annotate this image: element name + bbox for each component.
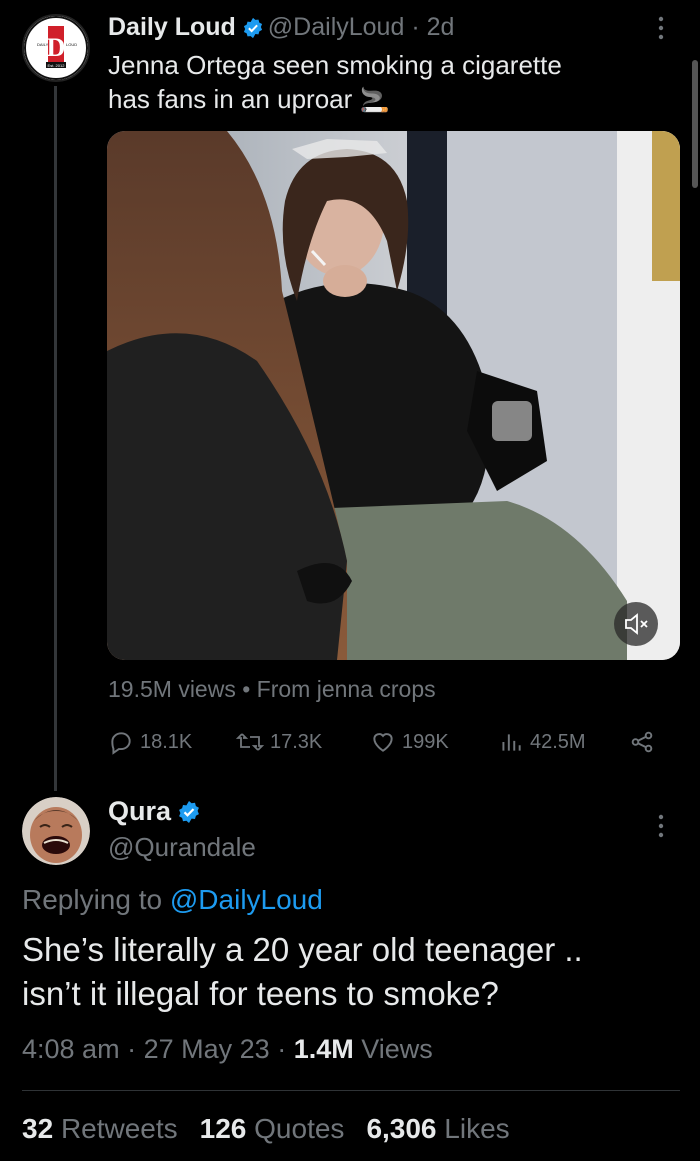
retweets-count: 32 — [22, 1113, 54, 1144]
reply-author-handle[interactable]: @Qurandale — [108, 832, 256, 863]
reply-date[interactable]: 27 May 23 — [144, 1034, 270, 1064]
more-vertical-icon — [658, 814, 664, 838]
reply-views-count: 1.4M — [293, 1034, 354, 1064]
reply-more-options-button[interactable] — [652, 812, 670, 847]
retweet-count: 17.3K — [270, 730, 323, 753]
cigarette-emoji: 🚬 — [359, 87, 390, 114]
replying-prefix: Replying to — [22, 884, 163, 915]
reply-text-line: isn’t it illegal for teens to smoke? — [22, 975, 499, 1012]
scrollbar[interactable] — [692, 60, 698, 188]
svg-text:Est. 2012: Est. 2012 — [48, 63, 66, 68]
mute-toggle-button[interactable] — [614, 602, 658, 646]
author-name[interactable]: Daily Loud — [108, 13, 236, 41]
video-frame — [107, 131, 680, 660]
meta-separator: · — [127, 1034, 137, 1064]
qura-avatar[interactable] — [22, 797, 90, 865]
daily-loud-logo: D DAILY LOUD Est. 2012 — [24, 16, 88, 80]
likes-stat[interactable]: 6,306 Likes — [366, 1113, 509, 1144]
retweets-stat[interactable]: 32 Retweets — [22, 1113, 178, 1144]
video-views: 19.5M views — [108, 676, 236, 702]
tweet-text: Jenna Ortega seen smoking a cigarette ha… — [108, 48, 668, 118]
reply-timestamp-line: 4:08 am · 27 May 23 · 1.4M Views — [22, 1034, 433, 1065]
tweet-text-line: has fans in an uproar — [108, 84, 353, 114]
svg-text:LOUD: LOUD — [66, 42, 77, 47]
tweet-time[interactable]: 2d — [427, 13, 455, 41]
more-options-button[interactable] — [652, 14, 670, 49]
tweet-video[interactable] — [107, 131, 680, 660]
view-count: 42.5M — [530, 730, 586, 753]
thread-connector-line — [54, 86, 57, 791]
svg-text:DAILY: DAILY — [37, 42, 49, 47]
reply-author-name[interactable]: Qura — [108, 796, 205, 831]
like-action[interactable]: 199K — [370, 729, 449, 755]
video-source[interactable]: From jenna crops — [257, 676, 436, 702]
quotes-label: Quotes — [254, 1113, 345, 1144]
like-icon — [373, 733, 393, 752]
reply-time[interactable]: 4:08 am — [22, 1034, 120, 1064]
tweet-text-line: Jenna Ortega seen smoking a cigarette — [108, 50, 562, 80]
views-action[interactable]: 42.5M — [498, 729, 586, 755]
reply-views-label: Views — [361, 1034, 433, 1064]
avatar-image — [22, 797, 90, 865]
bullet: • — [242, 676, 251, 702]
views-chart-icon — [502, 734, 521, 751]
author-handle[interactable]: @DailyLoud — [268, 13, 405, 41]
reply-text: She’s literally a 20 year old teenager .… — [22, 928, 682, 1016]
retweets-label: Retweets — [60, 1113, 178, 1144]
daily-loud-avatar[interactable]: D DAILY LOUD Est. 2012 — [22, 14, 90, 82]
tweet-header: Daily Loud @DailyLoud · 2d — [108, 12, 454, 46]
reply-action[interactable]: 18.1K — [108, 729, 192, 755]
svg-text:D: D — [47, 33, 66, 62]
reply-author-name-text: Qura — [108, 796, 172, 826]
share-icon — [631, 731, 653, 753]
separator-dot: · — [411, 13, 420, 41]
mute-icon — [625, 613, 648, 635]
like-count: 199K — [402, 730, 449, 753]
verified-badge-icon — [242, 16, 264, 46]
meta-separator: · — [277, 1034, 287, 1064]
replying-to-mention[interactable]: @DailyLoud — [170, 884, 323, 915]
reply-icon — [111, 732, 131, 755]
more-vertical-icon — [658, 16, 664, 40]
divider — [22, 1090, 680, 1091]
reply-count: 18.1K — [140, 730, 193, 753]
likes-label: Likes — [444, 1113, 510, 1144]
engagement-stats: 32 Retweets 126 Quotes 6,306 Likes — [22, 1113, 510, 1145]
quotes-stat[interactable]: 126 Quotes — [200, 1113, 345, 1144]
retweet-icon — [236, 733, 264, 751]
share-action[interactable] — [628, 729, 656, 755]
quotes-count: 126 — [199, 1113, 247, 1144]
likes-count: 6,306 — [366, 1113, 437, 1144]
retweet-action[interactable]: 17.3K — [236, 729, 322, 755]
views-source-line: 19.5M views • From jenna crops — [108, 676, 436, 703]
replying-to-line: Replying to @DailyLoud — [22, 884, 323, 916]
reply-text-line: She’s literally a 20 year old teenager .… — [22, 931, 583, 968]
verified-badge-icon — [177, 800, 201, 831]
